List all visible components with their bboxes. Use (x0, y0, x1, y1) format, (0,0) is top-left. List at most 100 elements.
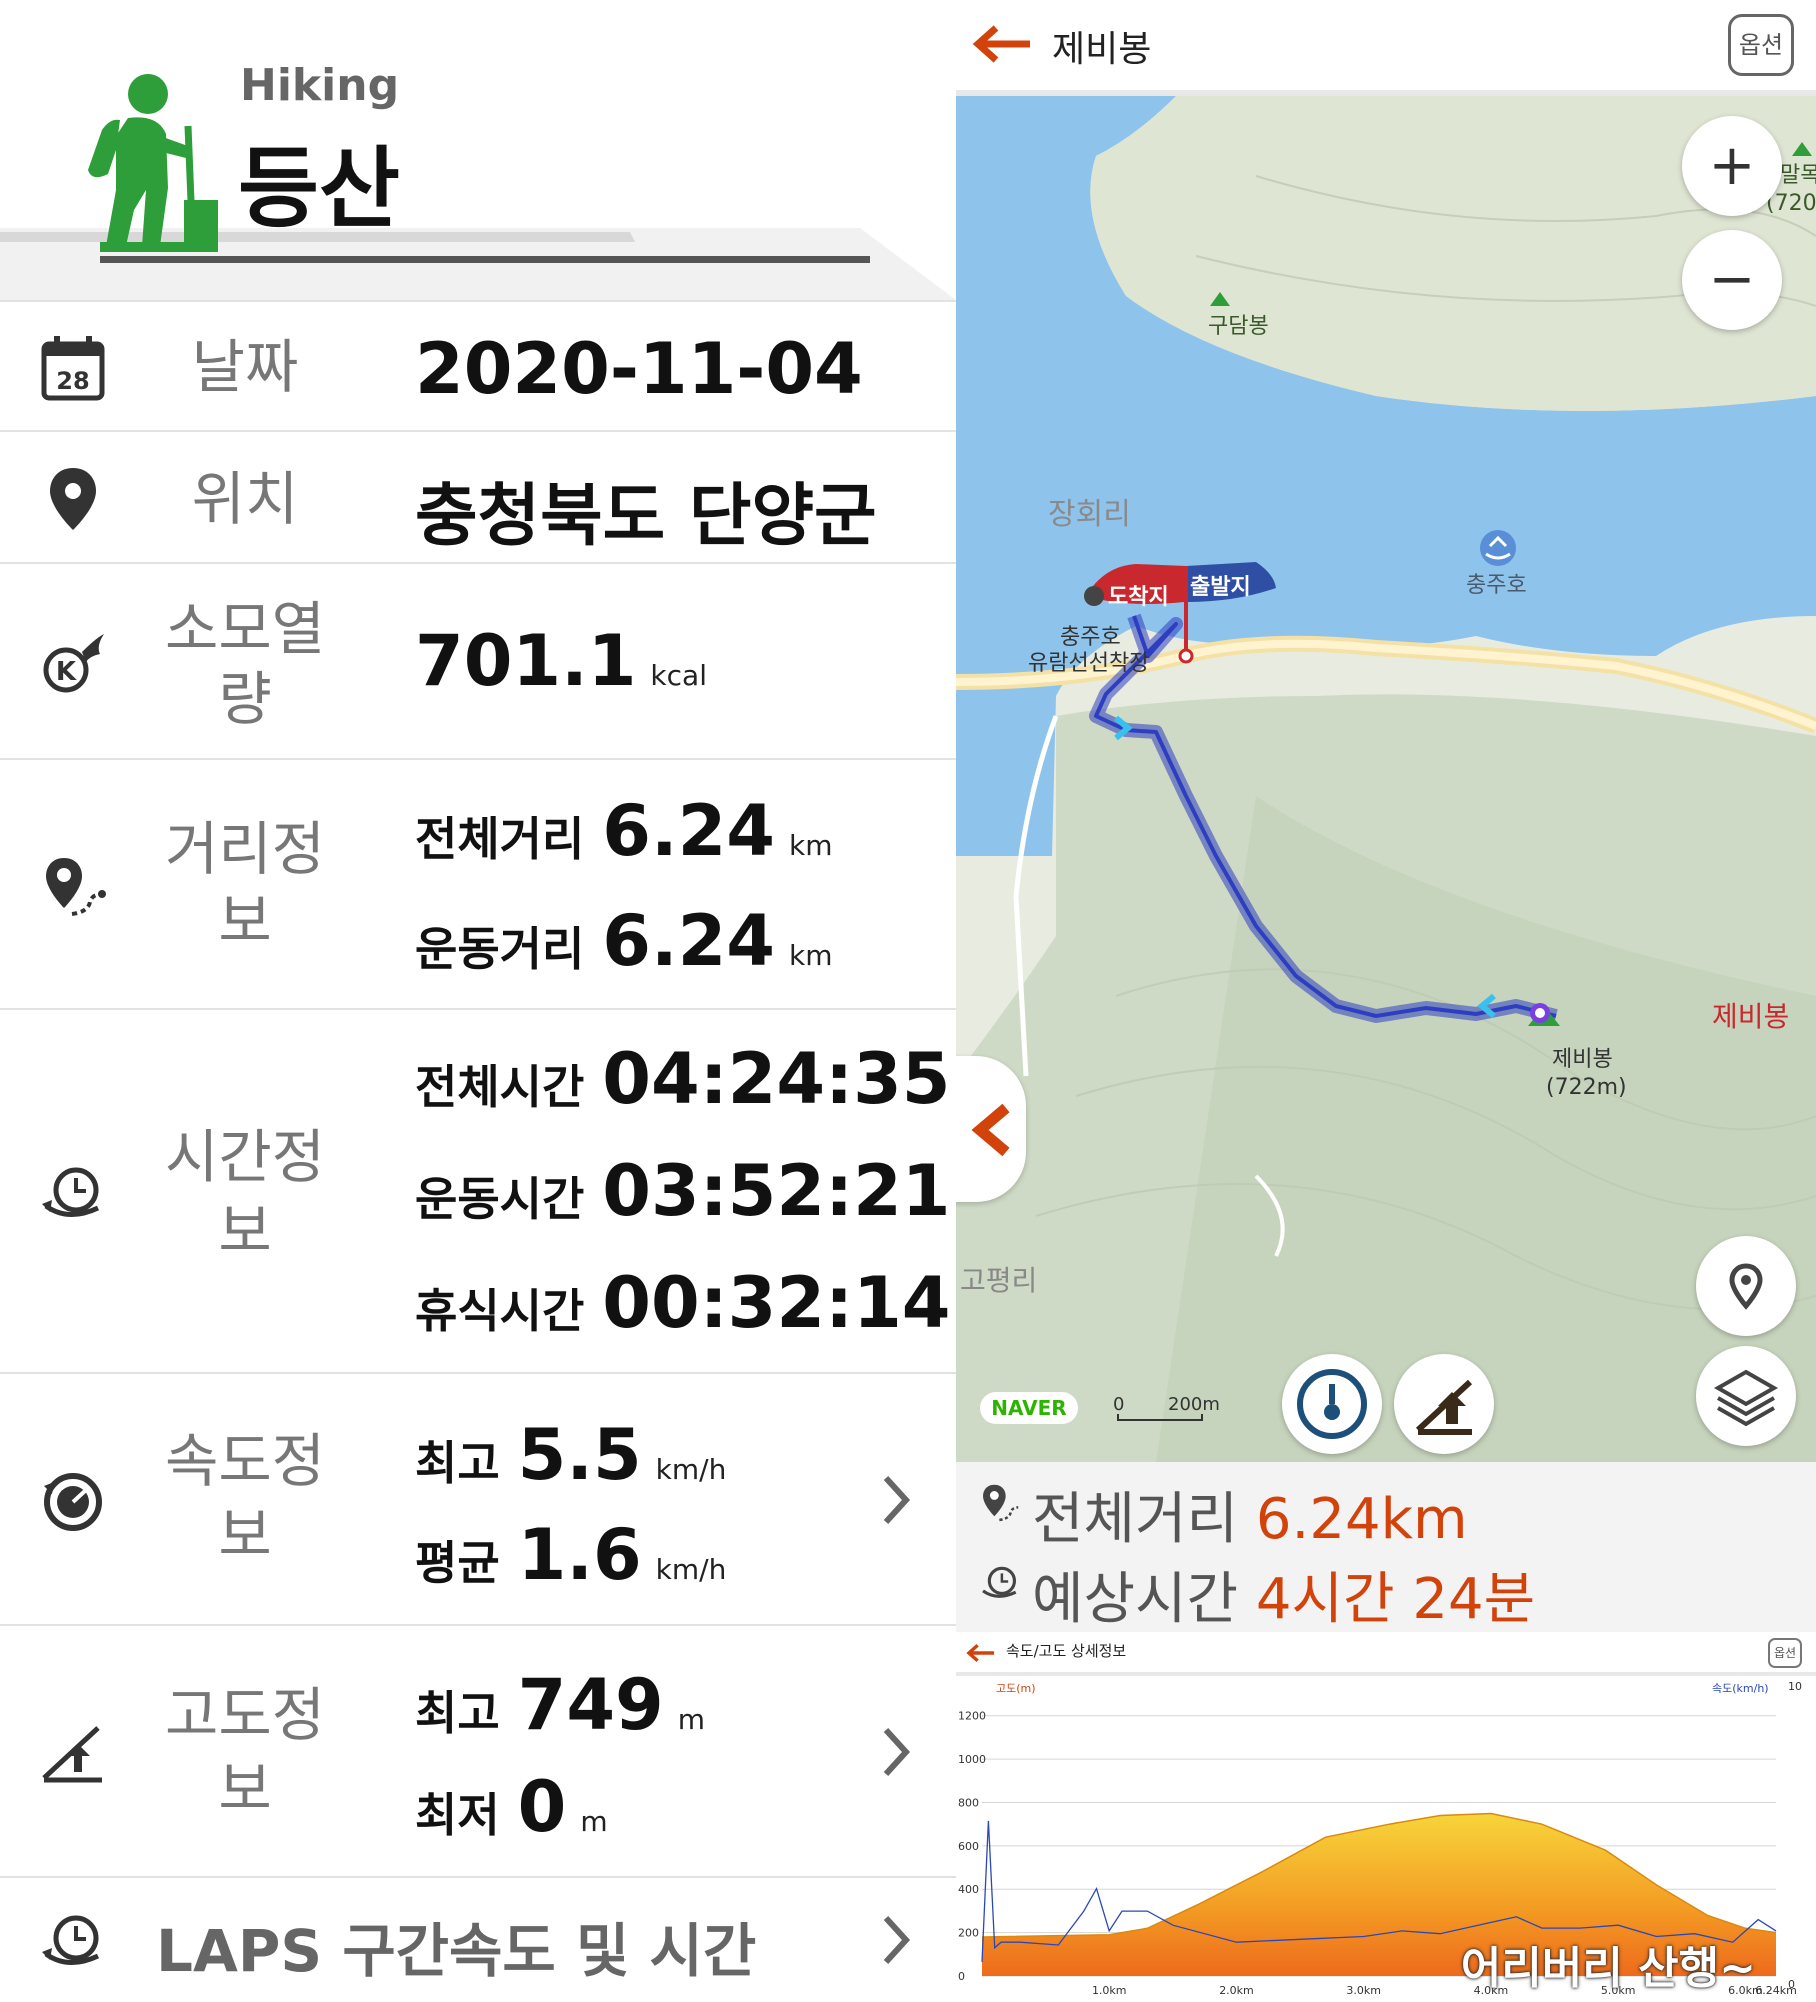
y-tick-label: 600 (958, 1840, 979, 1853)
total-time-label: 전체시간 (415, 1060, 585, 1114)
distance-row: 거리정 보 전체거리 6.24 km 운동거리 6.24 km (0, 758, 956, 1010)
left-axis-label: 고도(m) (996, 1682, 1036, 1695)
location-row: 위치 충청북도 단양군 (0, 430, 956, 564)
header-title: 등산 (238, 137, 400, 240)
chart-header: 속도/고도 상세정보 옵션 (956, 1632, 1816, 1676)
place-malmok-height: (720. (1766, 191, 1816, 216)
move-time-group: 운동시간 03:52:21 (415, 1150, 951, 1232)
summary-distance: 전체거리 6.24km (1032, 1474, 1468, 1555)
move-distance-group: 운동거리 6.24 km (415, 900, 833, 982)
time-label-line1: 시간정 (164, 1123, 326, 1191)
move-distance-label: 운동거리 (415, 922, 585, 976)
rest-time-value: 00:32:14 (602, 1262, 951, 1344)
altitude-slope-icon (42, 1726, 102, 1783)
total-distance-group: 전체거리 6.24 km (415, 790, 833, 872)
y-tick-label: 400 (958, 1883, 979, 1896)
x-tick-label: 2.0km (1219, 1984, 1254, 1997)
move-distance-value: 6.24 (602, 900, 775, 982)
avg-speed-label: 평균 (415, 1536, 500, 1590)
move-distance-unit: km (789, 939, 833, 972)
options-button[interactable]: 옵션 (1728, 14, 1794, 76)
laps-row[interactable]: LAPS 구간속도 및 시간 (0, 1876, 956, 2002)
speed-label-line2: 보 (218, 1501, 272, 1569)
summary-time-value: 4시간 24분 (1255, 1567, 1536, 1632)
y-tick-label: 1200 (958, 1710, 986, 1723)
speed-row[interactable]: 속도정 보 최고 5.5 km/h 평균 1.6 km/h (0, 1372, 956, 1626)
summary-time: 예상시간 4시간 24분 (1032, 1554, 1535, 1635)
place-gudambong: 구담봉 (1208, 314, 1269, 339)
right-axis-max: 10 (1788, 1680, 1802, 1693)
route-pin-icon (983, 1484, 1019, 1522)
chart-options-button[interactable]: 옵션 (1768, 1638, 1802, 1668)
min-altitude-value: 0 (517, 1766, 567, 1848)
hiking-record-panel: Hiking 등산 28 날짜 2020-11-04 위치 충청북도 단양군 K… (0, 0, 956, 2002)
layers-icon (1713, 1369, 1779, 1427)
altitude-slope-icon (1415, 1379, 1473, 1435)
speed-label-line1: 속도정 (164, 1427, 326, 1495)
chevron-left-icon (971, 1103, 1010, 1157)
chevron-right-icon[interactable] (876, 1722, 916, 1782)
total-distance-label: 전체거리 (415, 812, 585, 866)
chevron-right-icon[interactable] (876, 1910, 916, 1970)
calorie-flame-icon: K (43, 634, 104, 693)
place-chungjuho: 충주호 (1466, 573, 1527, 598)
map-layers-button[interactable] (1696, 1346, 1796, 1446)
scale-zero: 0 (1113, 1394, 1124, 1415)
place-malmok: 말목 (1780, 163, 1816, 188)
speed-altitude-chart-screen: 속도/고도 상세정보 옵션 고도(m) 속도(km/h) 10 0 0 200 40… (956, 1632, 1816, 2000)
zoom-out-button[interactable]: − (1682, 230, 1782, 330)
hiking-header: Hiking 등산 (0, 0, 956, 300)
my-location-button[interactable] (1696, 1236, 1796, 1336)
avg-speed-unit: km/h (655, 1553, 727, 1586)
speedometer-icon (1297, 1369, 1367, 1439)
map-top-bar: 제비봉 옵션 (956, 0, 1816, 96)
altitude-row[interactable]: 고도정 보 최고 749 m 최저 0 m (0, 1624, 956, 1878)
max-speed-label: 최고 (415, 1436, 500, 1490)
time-row: 시간정 보 전체시간 04:24:35 운동시간 03:52:21 휴식시간 00:3… (0, 1008, 956, 1374)
avg-speed-group: 평균 1.6 km/h (415, 1514, 726, 1596)
distance-label-line2: 보 (218, 887, 272, 955)
collapse-panel-button[interactable] (956, 1056, 1026, 1202)
back-arrow-icon[interactable] (966, 1642, 996, 1664)
place-pier-line1: 충주호 (1060, 625, 1121, 650)
arrival-flag-label: 도착지 (1108, 585, 1169, 610)
altitude-chart-button[interactable] (1394, 1354, 1494, 1454)
max-speed-unit: km/h (655, 1453, 727, 1486)
distance-label-line1: 거리정 (164, 815, 326, 883)
location-pin-icon (50, 468, 96, 530)
calories-row: K 소모열 량 701.1 kcal (0, 562, 956, 760)
header-subtitle: Hiking (240, 60, 400, 111)
calories-value-group: 701.1 kcal (415, 620, 707, 702)
back-arrow-icon[interactable] (972, 22, 1034, 66)
total-distance-unit: km (789, 829, 833, 862)
date-value: 2020-11-04 (415, 328, 863, 410)
place-jebibong: 제비봉 (1552, 1047, 1613, 1072)
zoom-in-button[interactable]: + (1682, 116, 1782, 216)
route-pin-icon (46, 858, 106, 916)
map-title: 제비봉 (1052, 29, 1152, 70)
clock-icon (42, 1167, 100, 1217)
total-time-value: 04:24:35 (602, 1038, 951, 1120)
altitude-label-line1: 고도정 (164, 1681, 326, 1749)
altitude-label-line2: 보 (218, 1755, 272, 1823)
x-tick-label: 6.24km (1755, 1984, 1797, 1997)
svg-text:K: K (56, 657, 77, 687)
total-distance-value: 6.24 (602, 790, 775, 872)
calories-unit: kcal (650, 659, 707, 692)
move-time-value: 03:52:21 (602, 1150, 951, 1232)
speed-chart-button[interactable] (1282, 1354, 1382, 1454)
rest-time-group: 휴식시간 00:32:14 (415, 1262, 951, 1344)
y-tick-label: 1000 (958, 1753, 986, 1766)
calendar-icon: 28 (41, 336, 105, 401)
calories-value: 701.1 (415, 620, 637, 702)
calories-label-line1: 소모열 (164, 595, 326, 663)
min-altitude-label: 최저 (415, 1788, 500, 1842)
move-time-label: 운동시간 (415, 1172, 585, 1226)
chevron-right-icon[interactable] (876, 1470, 916, 1530)
place-jebibong-red: 제비봉 (1712, 1000, 1789, 1033)
avg-speed-value: 1.6 (517, 1514, 642, 1596)
max-altitude-value: 749 (517, 1664, 664, 1746)
time-label-line2: 보 (218, 1197, 272, 1265)
location-value: 충청북도 단양군 (415, 477, 877, 556)
min-altitude-unit: m (580, 1805, 608, 1838)
